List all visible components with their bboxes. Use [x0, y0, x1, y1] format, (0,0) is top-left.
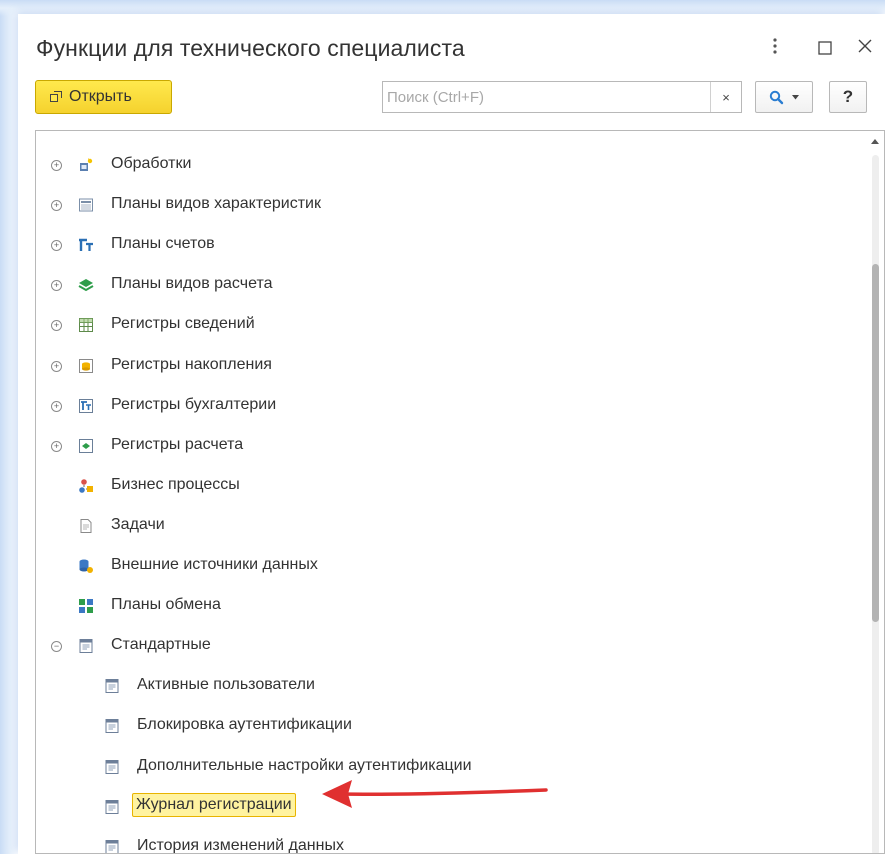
maximize-icon[interactable] — [818, 39, 832, 59]
tree-item[interactable]: Активные пользователи — [36, 666, 846, 706]
clear-icon: × — [722, 89, 730, 105]
help-label: ? — [842, 87, 854, 106]
tree-item-label: История изменений данных — [137, 836, 344, 854]
tree-item[interactable]: − Стандартные — [36, 626, 846, 666]
information-register-icon — [78, 317, 94, 333]
data-processor-icon — [78, 157, 94, 173]
tree-item-label: Регистры расчета — [111, 435, 244, 453]
tree-item[interactable]: + Планы видов расчета — [36, 265, 846, 305]
search-options-button[interactable] — [755, 81, 813, 113]
tree-item[interactable]: + Обработки — [36, 145, 846, 185]
expand-icon[interactable]: + — [51, 320, 62, 332]
tree-item[interactable]: Журнал регистрации — [36, 787, 846, 827]
tree-item[interactable]: + Планы видов характеристик — [36, 185, 846, 225]
tree-item-label: Внешние источники данных — [111, 556, 318, 573]
tree-item[interactable]: Планы обмена — [36, 586, 846, 626]
tree-item[interactable]: + Регистры расчета — [36, 426, 846, 466]
expand-icon[interactable]: + — [51, 360, 62, 372]
tree-item-label: Бизнес процессы — [111, 475, 240, 493]
more-vertical-icon[interactable] — [772, 37, 778, 61]
calculation-register-icon — [78, 438, 94, 454]
form-icon — [104, 718, 120, 734]
tree-item-label: Обработки — [111, 155, 192, 172]
expand-icon[interactable]: + — [51, 160, 62, 171]
business-process-icon — [78, 478, 94, 494]
vertical-scrollbar[interactable] — [867, 131, 884, 853]
chart-of-characteristic-types-icon — [78, 197, 94, 213]
functions-tree[interactable]: + Обработки + Планы видов характеристик + Пла… — [35, 130, 885, 854]
tree-item[interactable]: Задачи — [36, 506, 846, 546]
form-icon — [104, 799, 120, 815]
tree-item[interactable]: Внешние источники данных — [36, 546, 846, 586]
tree-item-label: Активные пользователи — [137, 676, 315, 694]
dialog-window: Функции для технического специалиста Отк… — [18, 14, 885, 854]
tree-item[interactable]: Блокировка аутентификации — [36, 706, 846, 746]
expand-icon[interactable]: + — [51, 440, 62, 452]
task-icon — [78, 518, 94, 534]
tree-item-label: Планы видов характеристик — [111, 195, 321, 213]
open-icon — [50, 91, 62, 103]
tree-item-label: Блокировка аутентификации — [137, 716, 352, 734]
tree-item-label: Планы видов расчета — [111, 275, 273, 293]
tree-item[interactable]: + Регистры бухгалтерии — [36, 386, 846, 426]
tree-item[interactable]: + Регистры накопления — [36, 346, 846, 386]
search-icon — [769, 90, 784, 104]
tree-item-label: Регистры бухгалтерии — [111, 395, 277, 413]
tree-item-label: Планы обмена — [111, 596, 221, 614]
search-input[interactable] — [383, 82, 707, 112]
tree-item-label: Регистры накопления — [111, 355, 272, 373]
form-icon — [104, 839, 120, 853]
standard-functions-icon — [78, 638, 94, 654]
external-data-source-icon — [78, 558, 94, 574]
help-button[interactable]: ? — [829, 81, 867, 113]
expand-icon[interactable]: + — [51, 400, 62, 412]
close-icon[interactable] — [857, 38, 873, 58]
tree-item[interactable]: + Регистры сведений — [36, 305, 846, 345]
tree-item-label: Планы счетов — [111, 235, 215, 253]
expand-icon[interactable]: + — [51, 200, 62, 212]
chevron-down-icon — [792, 94, 799, 99]
accounting-register-icon — [78, 398, 94, 414]
chart-of-calculation-types-icon — [78, 277, 94, 293]
tree-item-label: Дополнительные настройки аутентификации — [137, 756, 472, 774]
accumulation-register-icon — [78, 358, 94, 374]
tree-item-label: Журнал регистрации — [132, 792, 296, 817]
chart-of-accounts-icon — [78, 237, 94, 253]
tree-item-label: Стандартные — [111, 636, 211, 654]
expand-icon[interactable]: + — [51, 240, 62, 252]
form-icon — [104, 759, 120, 775]
open-button[interactable]: Открыть — [35, 80, 172, 114]
tree-item-label: Регистры сведений — [111, 315, 255, 333]
scroll-up-icon[interactable] — [871, 139, 879, 144]
form-icon — [104, 678, 120, 694]
tree-item[interactable]: История изменений данных — [36, 827, 846, 854]
expand-icon[interactable]: + — [51, 280, 62, 292]
tree-item[interactable]: Дополнительные настройки аутентификации — [36, 747, 846, 787]
scrollbar-thumb[interactable] — [872, 264, 879, 622]
window-title: Функции для технического специалиста — [36, 35, 465, 61]
tree-item[interactable]: Бизнес процессы — [36, 466, 846, 506]
search-box: × — [382, 81, 742, 113]
exchange-plan-icon — [78, 598, 94, 614]
tree-item[interactable]: + Планы счетов — [36, 225, 846, 265]
clear-search-button[interactable]: × — [710, 82, 741, 112]
open-button-label: Открыть — [69, 88, 132, 105]
tree-item-label: Задачи — [111, 515, 165, 533]
collapse-icon[interactable]: − — [51, 641, 62, 653]
